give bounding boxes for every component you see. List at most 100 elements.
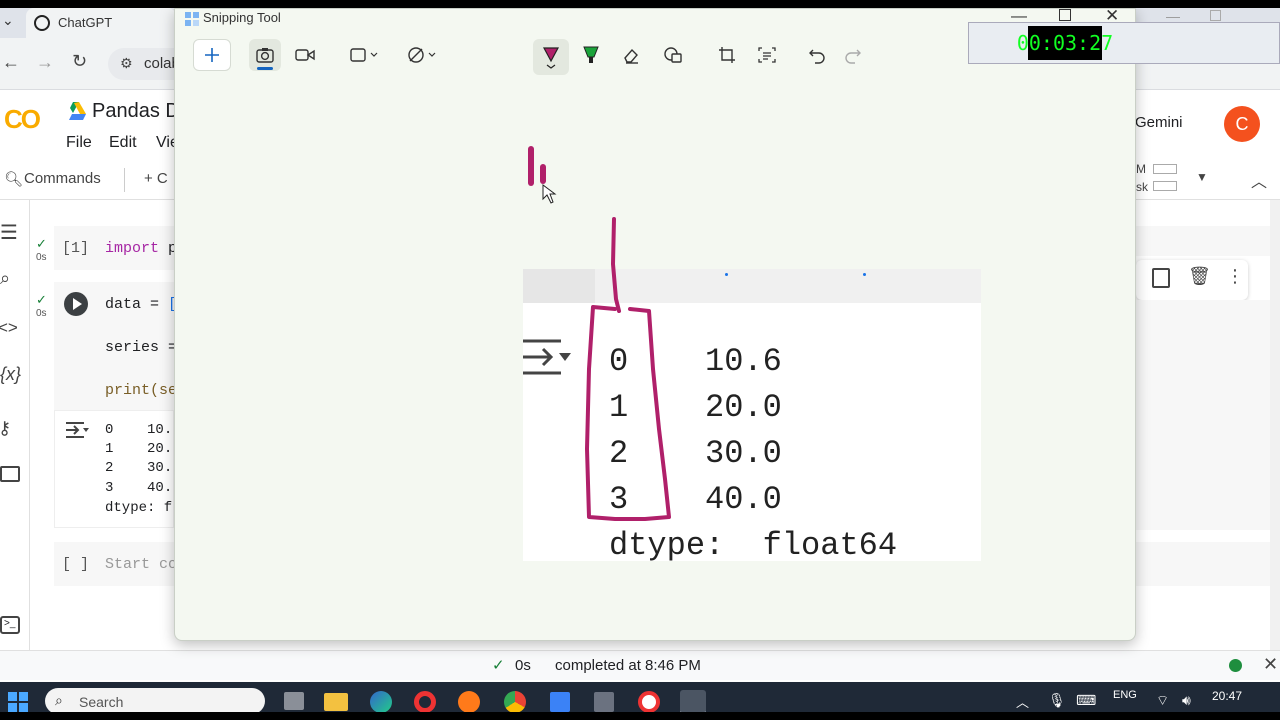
toc-icon[interactable]: ☰	[0, 220, 18, 245]
colab-logo[interactable]: CO	[4, 104, 41, 135]
variables-icon[interactable]: {x}	[0, 364, 21, 385]
close-status-icon[interactable]: ✕	[1263, 654, 1278, 675]
file-explorer-icon[interactable]	[324, 693, 348, 711]
output-menu-icon[interactable]	[64, 420, 90, 440]
output-value: 10.	[147, 422, 173, 438]
drive-icon	[66, 102, 86, 120]
ram-label: M	[1136, 162, 1146, 176]
pen-annotations	[528, 146, 671, 521]
find-icon[interactable]: ⌕	[0, 268, 10, 289]
language-indicator[interactable]: ENG	[1113, 689, 1137, 701]
letterbox-top	[0, 0, 1280, 8]
volume-icon[interactable]: 🔊︎	[1182, 692, 1191, 709]
output-index: 0	[105, 422, 114, 438]
screen-recorder-widget	[968, 22, 1280, 64]
output-row: 3 40.	[105, 480, 172, 496]
right-cell-bg	[1136, 226, 1280, 256]
chatgpt-logo-icon	[34, 15, 50, 31]
back-arrow-icon[interactable]: ←	[2, 52, 20, 73]
tray-chevron-icon[interactable]: ︿	[1016, 692, 1029, 711]
add-code-button[interactable]: + C	[144, 170, 168, 187]
terminal-icon[interactable]: >_	[0, 616, 20, 634]
code-text: data =	[105, 296, 169, 313]
menu-file[interactable]: File	[66, 134, 92, 152]
notebook-title[interactable]: Pandas D	[92, 100, 180, 123]
app-icon[interactable]	[594, 692, 614, 712]
disk-label: sk	[1136, 180, 1148, 194]
status-time: 0s	[515, 657, 531, 674]
menu-edit[interactable]: Edit	[109, 134, 137, 152]
runtime-status-dot	[1229, 659, 1242, 672]
avatar[interactable]: C	[1224, 106, 1260, 142]
browser-tab-chatgpt[interactable]: ChatGPT	[26, 8, 176, 38]
output-index: 2	[105, 460, 114, 476]
code-line: data = [	[105, 296, 177, 313]
delete-cell-icon[interactable]: 🗑︎	[1188, 266, 1211, 287]
exec-time: 0s	[36, 308, 47, 319]
clock[interactable]: 20:47	[1212, 689, 1242, 703]
right-cell-bg	[1136, 542, 1270, 586]
opera-icon[interactable]	[414, 691, 436, 713]
output-value: 40.	[147, 480, 173, 496]
snipping-tool-window: Snipping Tool — ✕ 0 10.6 1 20.0 2 30.0 3…	[174, 6, 1136, 641]
task-view-icon[interactable]	[284, 692, 304, 710]
snipping-tool-taskbar-icon[interactable]	[680, 690, 706, 714]
edge-icon[interactable]	[370, 691, 392, 713]
code-line: series =	[105, 339, 178, 356]
scrollbar[interactable]	[1270, 200, 1280, 650]
files-folder-icon[interactable]	[0, 466, 20, 482]
exec-check-icon: ✓	[36, 292, 47, 307]
search-icon: ⌕	[55, 692, 63, 708]
code-keyword: import	[105, 240, 160, 257]
output-index: 3	[105, 480, 114, 496]
cell-placeholder[interactable]: Start co	[105, 556, 177, 573]
copy-cell-icon[interactable]	[1152, 268, 1170, 288]
microphone-icon[interactable]: 🎙︎	[1048, 692, 1066, 709]
tab-title: ChatGPT	[58, 15, 113, 30]
exec-check-icon: ✓	[36, 236, 47, 251]
commands-button[interactable]: Commands	[24, 170, 101, 187]
output-value: 20.	[147, 441, 173, 457]
firefox-icon[interactable]	[458, 691, 480, 713]
recorder-app-icon[interactable]	[638, 691, 660, 713]
cell-prompt: [1]	[62, 240, 90, 257]
toolbar-divider	[124, 168, 125, 192]
secrets-key-icon[interactable]: ⚷	[0, 418, 11, 439]
windows-start-icon[interactable]	[8, 692, 28, 712]
recording-timer: 00:03:27	[1017, 26, 1113, 60]
collapse-chevron-icon[interactable]: ︿	[1251, 168, 1267, 192]
code-line: print(se	[105, 382, 178, 399]
output-row: 0 10.	[105, 422, 172, 438]
wifi-icon[interactable]: ⌔	[1156, 692, 1169, 710]
cell-code-line: import p	[105, 240, 177, 257]
output-dtype: dtype: f	[105, 500, 173, 516]
commands-search-icon[interactable]: 🔍︎	[4, 170, 23, 188]
letterbox-bottom	[0, 712, 1280, 720]
forward-arrow-icon[interactable]: →	[36, 52, 54, 73]
status-completed: completed at 8:46 PM	[555, 657, 701, 674]
reload-icon[interactable]: ↻	[72, 51, 87, 72]
search-placeholder: Search	[79, 694, 124, 710]
chrome-icon[interactable]	[504, 691, 526, 713]
site-settings-icon[interactable]: ⚙	[120, 55, 133, 72]
keyboard-icon[interactable]: ⌨	[1076, 692, 1096, 709]
browser-restore-button[interactable]	[1210, 10, 1221, 21]
status-check-icon: ✓	[492, 657, 505, 674]
output-row: 1 20.	[105, 441, 172, 457]
cell-prompt: [ ]	[62, 556, 90, 573]
right-cell-bg	[1136, 300, 1270, 530]
output-value: 30.	[147, 460, 173, 476]
tab-search-chevron-icon[interactable]: ⌄	[2, 12, 14, 29]
output-row: 2 30.	[105, 460, 172, 476]
run-cell-button[interactable]	[64, 292, 88, 316]
exec-time: 0s	[36, 252, 47, 263]
taskbar-search[interactable]: ⌕ Search	[45, 688, 265, 714]
disk-meter	[1153, 181, 1177, 191]
ram-meter	[1153, 164, 1177, 174]
more-options-icon[interactable]: ⋮	[1226, 266, 1244, 287]
code-snippets-icon[interactable]: <>	[0, 318, 18, 338]
output-index: 1	[105, 441, 114, 457]
notepad-icon[interactable]	[550, 692, 570, 712]
gemini-button[interactable]: Gemini	[1135, 114, 1183, 131]
runtime-dropdown-icon[interactable]: ▼	[1196, 170, 1208, 184]
